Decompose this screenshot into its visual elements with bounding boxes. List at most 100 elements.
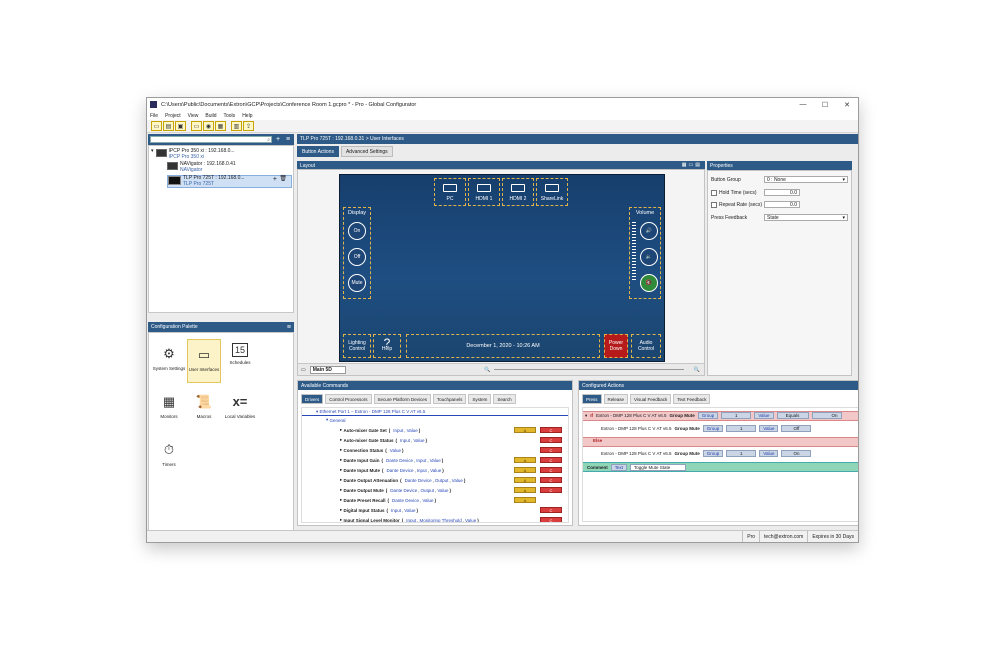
param-value[interactable]: 1 — [726, 425, 757, 432]
globe-icon[interactable]: ◉ — [203, 121, 214, 131]
tab-system[interactable]: System — [468, 394, 492, 404]
tab-drivers[interactable]: Drivers — [301, 394, 324, 404]
delete-icon[interactable]: 🗑 — [279, 176, 287, 183]
settings-view-icon[interactable]: ▤ — [695, 162, 700, 168]
palette-monitors[interactable]: ▦ Monitors — [152, 387, 186, 431]
tab-button-actions[interactable]: Button Actions — [297, 146, 339, 157]
add-condition-button[interactable]: C — [540, 437, 562, 443]
menu-file[interactable]: File — [150, 113, 158, 119]
minimize-button[interactable]: — — [792, 98, 814, 111]
command-row[interactable]: ▸ Digital Input Status(Input, Value) C — [302, 506, 568, 514]
display-on-button[interactable]: On — [348, 222, 366, 240]
upload-icon[interactable]: ⇪ — [243, 121, 254, 131]
compare-value[interactable]: On — [811, 412, 842, 419]
else-row[interactable]: Else — [593, 438, 602, 443]
page-select[interactable]: Main 5D — [309, 365, 346, 374]
param-chip[interactable]: Value — [759, 450, 779, 457]
palette-system-settings[interactable]: ⚙ System Settings — [152, 339, 186, 383]
tab-visual-feedback[interactable]: Visual Feedback — [630, 394, 672, 404]
maximize-button[interactable]: ☐ — [814, 98, 836, 111]
add-action-button[interactable]: A — [514, 457, 536, 463]
add-action-button[interactable]: A — [514, 427, 536, 433]
add-condition-button[interactable]: C — [540, 517, 562, 522]
layout-view-icon[interactable]: ▭ — [191, 121, 202, 131]
palette-timers[interactable]: ⏱ Timers — [152, 435, 186, 479]
menu-project[interactable]: Project — [165, 113, 181, 119]
palette-user-interfaces[interactable]: ▭ User Interfaces — [187, 339, 221, 383]
new-file-icon[interactable]: ▭ — [151, 121, 162, 131]
tab-touchpanels[interactable]: Touchpanels — [433, 394, 467, 404]
device-icon[interactable]: ▦ — [215, 121, 226, 131]
tree-search-input[interactable]: ⌕ — [150, 136, 272, 143]
palette-macros[interactable]: 📜 Macros — [187, 387, 221, 431]
if-row[interactable]: ▾ If Extron - DMP 128 Plus C V AT v6.5 G… — [585, 412, 842, 419]
tab-text-feedback[interactable]: Text Feedback — [673, 394, 711, 404]
zoom-out-icon[interactable]: 🔍 — [484, 367, 490, 373]
add-action-button[interactable]: A — [514, 487, 536, 493]
add-condition-button[interactable]: C — [540, 507, 562, 513]
tab-advanced-settings[interactable]: Advanced Settings — [340, 146, 393, 157]
else-action-row[interactable]: Extron - DMP 128 Plus C V AT v6.5 Group … — [601, 450, 812, 457]
menu-view[interactable]: View — [188, 113, 199, 119]
operator-chip[interactable]: Equals — [776, 412, 809, 419]
build-icon[interactable]: ▥ — [231, 121, 242, 131]
repeat-rate-input[interactable]: 0.0 — [764, 201, 800, 208]
driver-header-row[interactable]: ▾ Ethernet Port 1 – Extron - DMP 128 Plu… — [302, 408, 568, 416]
menu-help[interactable]: Help — [242, 113, 252, 119]
tab-press[interactable]: Press — [582, 394, 602, 404]
add-condition-button[interactable]: C — [540, 477, 562, 483]
add-condition-button[interactable]: C — [540, 427, 562, 433]
command-row[interactable]: ▸ Auto-mixer Gate Set(Input, Value) A C — [302, 426, 568, 434]
then-row[interactable]: Extron - DMP 128 Plus C V AT v6.5 Group … — [601, 425, 812, 432]
param-chip[interactable]: Group — [697, 412, 719, 419]
comment-row[interactable]: Comment Text Toggle Mute State — [583, 462, 858, 472]
volume-mute-icon[interactable]: 🔇 — [640, 274, 658, 292]
audio-control-button[interactable]: Audio Control — [631, 334, 661, 358]
add-condition-button[interactable]: C — [540, 457, 562, 463]
add-condition-button[interactable]: C — [540, 467, 562, 473]
display-mute-button[interactable]: Mute — [348, 274, 366, 292]
tree-menu-icon[interactable]: ≡ — [284, 136, 292, 143]
command-row[interactable]: ▸ Dante Input Mute(Dante Device, Input, Va… — [302, 466, 568, 474]
param-chip[interactable]: Value — [759, 425, 779, 432]
menu-tools[interactable]: Tools — [224, 113, 236, 119]
tab-control-processors[interactable]: Control Processors — [325, 394, 372, 404]
param-chip[interactable]: Group — [702, 450, 724, 457]
press-feedback-select[interactable]: State ▾ — [764, 214, 848, 221]
comment-text-input[interactable]: Toggle Mute State — [630, 464, 687, 471]
palette-schedules[interactable]: 15 Schedules — [223, 339, 257, 383]
single-view-icon[interactable]: ▭ — [689, 162, 694, 168]
tree-node-touchpanel[interactable]: TLP Pro 725T : 192.168.0... TLP Pro 725T … — [167, 175, 292, 188]
palette-local-variables[interactable]: x= Local Variables — [223, 387, 257, 431]
power-down-button[interactable]: Power Down — [604, 334, 628, 358]
group-row[interactable]: ▾ General — [302, 416, 568, 424]
grid-view-icon[interactable]: ▦ — [682, 162, 687, 168]
param-value[interactable]: 1 — [721, 412, 752, 419]
param-value[interactable]: Off — [781, 425, 812, 432]
param-chip[interactable]: Text — [610, 464, 628, 471]
volume-slider[interactable] — [632, 222, 636, 280]
tree-node-navigator[interactable]: NAVigator : 192.168.0.41 NAVigator — [167, 161, 236, 173]
source-pc-button[interactable]: PC — [434, 178, 466, 206]
add-device-icon[interactable]: + — [274, 136, 282, 143]
lighting-control-button[interactable]: Lighting Control — [343, 334, 371, 358]
menu-build[interactable]: Build — [205, 113, 216, 119]
hold-time-input[interactable]: 0.0 — [764, 189, 800, 196]
command-row[interactable]: ▸ Dante Input Gain(Dante Device, Input, Va… — [302, 456, 568, 464]
save-icon[interactable]: ▣ — [175, 121, 186, 131]
command-row[interactable]: ▸ Auto-mixer Gate Status(Input, Value) C — [302, 436, 568, 444]
add-icon[interactable]: + — [273, 176, 277, 182]
param-chip[interactable]: Value — [754, 412, 774, 419]
param-value[interactable]: On — [781, 450, 812, 457]
button-group-select[interactable]: 0 : None ▾ — [764, 176, 848, 183]
zoom-in-icon[interactable]: 🔍 — [694, 367, 700, 373]
command-row[interactable]: ▸ Input Signal Level Monitor(Input, Monit… — [302, 516, 568, 522]
command-row[interactable]: ▸ Dante Output Attenuation(Dante Device,… — [302, 476, 568, 484]
tree-node-controller[interactable]: ▾ IPCP Pro 350 xi : 192.168.0... IPCP Pro… — [151, 148, 235, 160]
command-row[interactable]: ▸ Dante Preset Recall(Dante Device, Value… — [302, 496, 568, 504]
hold-time-checkbox[interactable] — [711, 190, 717, 196]
add-action-button[interactable]: A — [514, 477, 536, 483]
add-condition-button[interactable]: C — [540, 447, 562, 453]
palette-menu-icon[interactable]: ≡ — [287, 324, 291, 331]
close-button[interactable]: ✕ — [836, 98, 858, 111]
